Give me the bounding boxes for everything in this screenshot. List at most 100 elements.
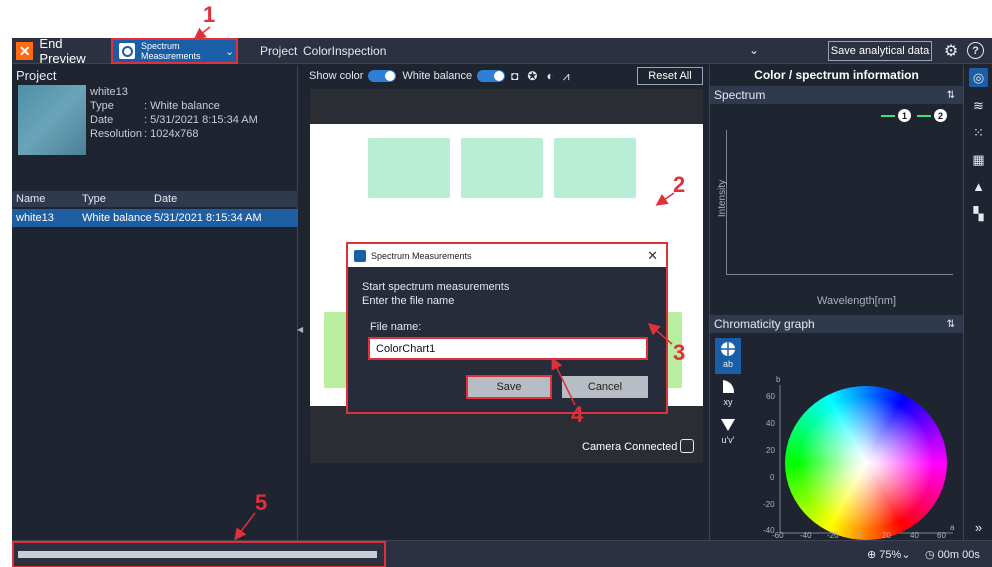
mode-xy-label: xy — [723, 397, 733, 407]
color-swatch — [461, 138, 543, 198]
y-tick: 40 — [766, 419, 775, 428]
crosshair-icon — [721, 342, 735, 356]
x-tick: -60 — [772, 531, 784, 540]
wave-icon[interactable]: ≋ — [969, 96, 988, 115]
zoom-value: 75% — [879, 549, 902, 561]
save-button[interactable]: Save — [466, 375, 552, 399]
triangle-icon[interactable]: ▲ — [969, 177, 988, 196]
dialog-titlebar: Spectrum Measurements ✕ — [348, 244, 666, 267]
dialog-message-line2: Enter the file name — [362, 295, 455, 307]
xy-diagram-icon — [723, 380, 734, 393]
annotation-box-1 — [111, 38, 238, 64]
legend-line — [881, 114, 895, 117]
spectrum-header: Spectrum ⇅ — [710, 86, 963, 104]
progress-highlight — [12, 541, 386, 567]
panel-title: Project — [16, 68, 57, 83]
camera-connection-icon[interactable] — [680, 439, 694, 453]
tool-strip: ◎ ≋ ⁙ ▦ ▲ ▚ » — [963, 65, 992, 540]
color-swatch — [554, 138, 636, 198]
item-name: white13 — [90, 86, 128, 98]
spectrum-legend: 1 2 — [878, 109, 947, 122]
column-date[interactable]: Date — [154, 193, 294, 205]
aperture-icon[interactable]: ✪ — [527, 69, 537, 83]
a-axis-label: a — [950, 523, 955, 532]
dialog-message-line1: Start spectrum measurements — [362, 281, 510, 293]
reset-all-button[interactable]: Reset All — [637, 67, 703, 85]
x-axis-label: Wavelength[nm] — [817, 295, 897, 307]
y-tick: 0 — [770, 473, 775, 482]
uv-diagram-icon — [721, 419, 735, 431]
layout-icon[interactable]: ▚ — [969, 204, 988, 223]
mode-uv-label: u'v' — [721, 435, 735, 445]
status-bar: ⊕ 75%⌄ ◷ 00m 00s — [12, 540, 992, 567]
show-color-toggle[interactable] — [368, 70, 397, 82]
table-header: Name Type Date — [12, 191, 298, 207]
x-tick: 40 — [910, 531, 919, 540]
annotation-4: 4 — [571, 402, 584, 427]
x-tick: -20 — [827, 531, 839, 540]
close-icon[interactable]: ✕ — [647, 248, 658, 264]
meta-type: Type: White balance — [90, 100, 220, 112]
progress-bar — [18, 551, 377, 558]
cell-type: White balance — [82, 212, 152, 224]
scatter-icon[interactable]: ⁙ — [969, 123, 988, 142]
expand-icon[interactable]: » — [969, 518, 988, 537]
legend-line — [917, 114, 931, 117]
project-dropdown-chevron-icon[interactable]: ⌄ — [749, 43, 759, 57]
app-window: ✕ End Preview Spectrum Measurements ⌄ Pr… — [12, 38, 992, 567]
table-row[interactable]: white13 White balance 5/31/2021 8:15:34 … — [12, 209, 298, 227]
end-preview-button[interactable]: ✕ End Preview — [12, 38, 110, 66]
grid-compare-icon[interactable]: ▦ — [969, 150, 988, 169]
save-analytical-data-button[interactable]: Save analytical data — [828, 41, 932, 61]
collapse-handle-icon[interactable]: ◀ — [297, 325, 303, 335]
meta-resolution: Resolution: 1024x768 — [90, 128, 199, 140]
cell-name: white13 — [16, 212, 54, 224]
camera-icon[interactable]: ◘ — [511, 69, 518, 83]
y-tick: 20 — [766, 446, 775, 455]
annotation-5: 5 — [255, 490, 268, 515]
file-name-label: File name: — [370, 321, 422, 333]
annotation-1: 1 — [203, 2, 216, 27]
help-icon[interactable]: ? — [967, 42, 984, 59]
spectrum-title: Spectrum — [714, 88, 766, 102]
project-name: ColorInspection — [303, 44, 387, 58]
sort-icon[interactable]: ⇅ — [947, 319, 955, 330]
column-type[interactable]: Type — [82, 193, 154, 205]
color-info-panel: Color / spectrum information Spectrum ⇅ … — [709, 65, 963, 540]
spectrum-measurements-dialog: Spectrum Measurements ✕ Start spectrum m… — [346, 242, 668, 414]
cell-date: 5/31/2021 8:15:34 AM — [154, 212, 262, 224]
timer: ◷ 00m 00s — [925, 549, 980, 561]
project-panel: Project white13 Type: White balance Date… — [12, 65, 303, 540]
zoom-control[interactable]: ⊕ 75%⌄ — [867, 548, 911, 561]
mode-ab-button[interactable]: ab — [715, 338, 741, 374]
sort-icon[interactable]: ⇅ — [947, 90, 955, 101]
x-tick: 60 — [937, 531, 946, 540]
graph-icon[interactable]: ⩘ — [563, 69, 570, 84]
annotation-2: 2 — [673, 172, 686, 197]
y-tick: -20 — [763, 500, 775, 509]
column-name[interactable]: Name — [12, 193, 82, 205]
b-axis-label: b — [776, 375, 781, 384]
screenshot-root: ✕ End Preview Spectrum Measurements ⌄ Pr… — [0, 0, 992, 567]
cancel-button[interactable]: Cancel — [562, 376, 648, 398]
gear-icon[interactable]: ⚙ — [941, 41, 961, 61]
show-color-label: Show color — [309, 70, 364, 82]
legend-marker-2: 2 — [934, 109, 947, 122]
contrast-icon[interactable]: ◐ — [546, 69, 553, 83]
timer-value: 00m 00s — [937, 549, 980, 561]
close-icon: ✕ — [16, 42, 34, 60]
camera-status: Camera Connected — [582, 441, 678, 453]
chromaticity-title: Chromaticity graph — [714, 317, 815, 331]
x-tick: 0 — [857, 531, 862, 540]
y-axis-label: Intensity — [717, 179, 729, 218]
white-balance-toggle[interactable] — [477, 70, 506, 82]
spectrum-info-icon[interactable]: ◎ — [969, 68, 988, 87]
file-name-input[interactable] — [368, 337, 648, 360]
chromaticity-header: Chromaticity graph ⇅ — [710, 315, 963, 333]
mode-xy-button[interactable]: xy — [715, 376, 741, 412]
mode-ab-label: ab — [722, 359, 733, 369]
mode-uv-button[interactable]: u'v' — [715, 414, 741, 450]
color-swatch — [368, 138, 450, 198]
project-label: Project — [260, 44, 298, 58]
dialog-title: Spectrum Measurements — [371, 250, 472, 261]
